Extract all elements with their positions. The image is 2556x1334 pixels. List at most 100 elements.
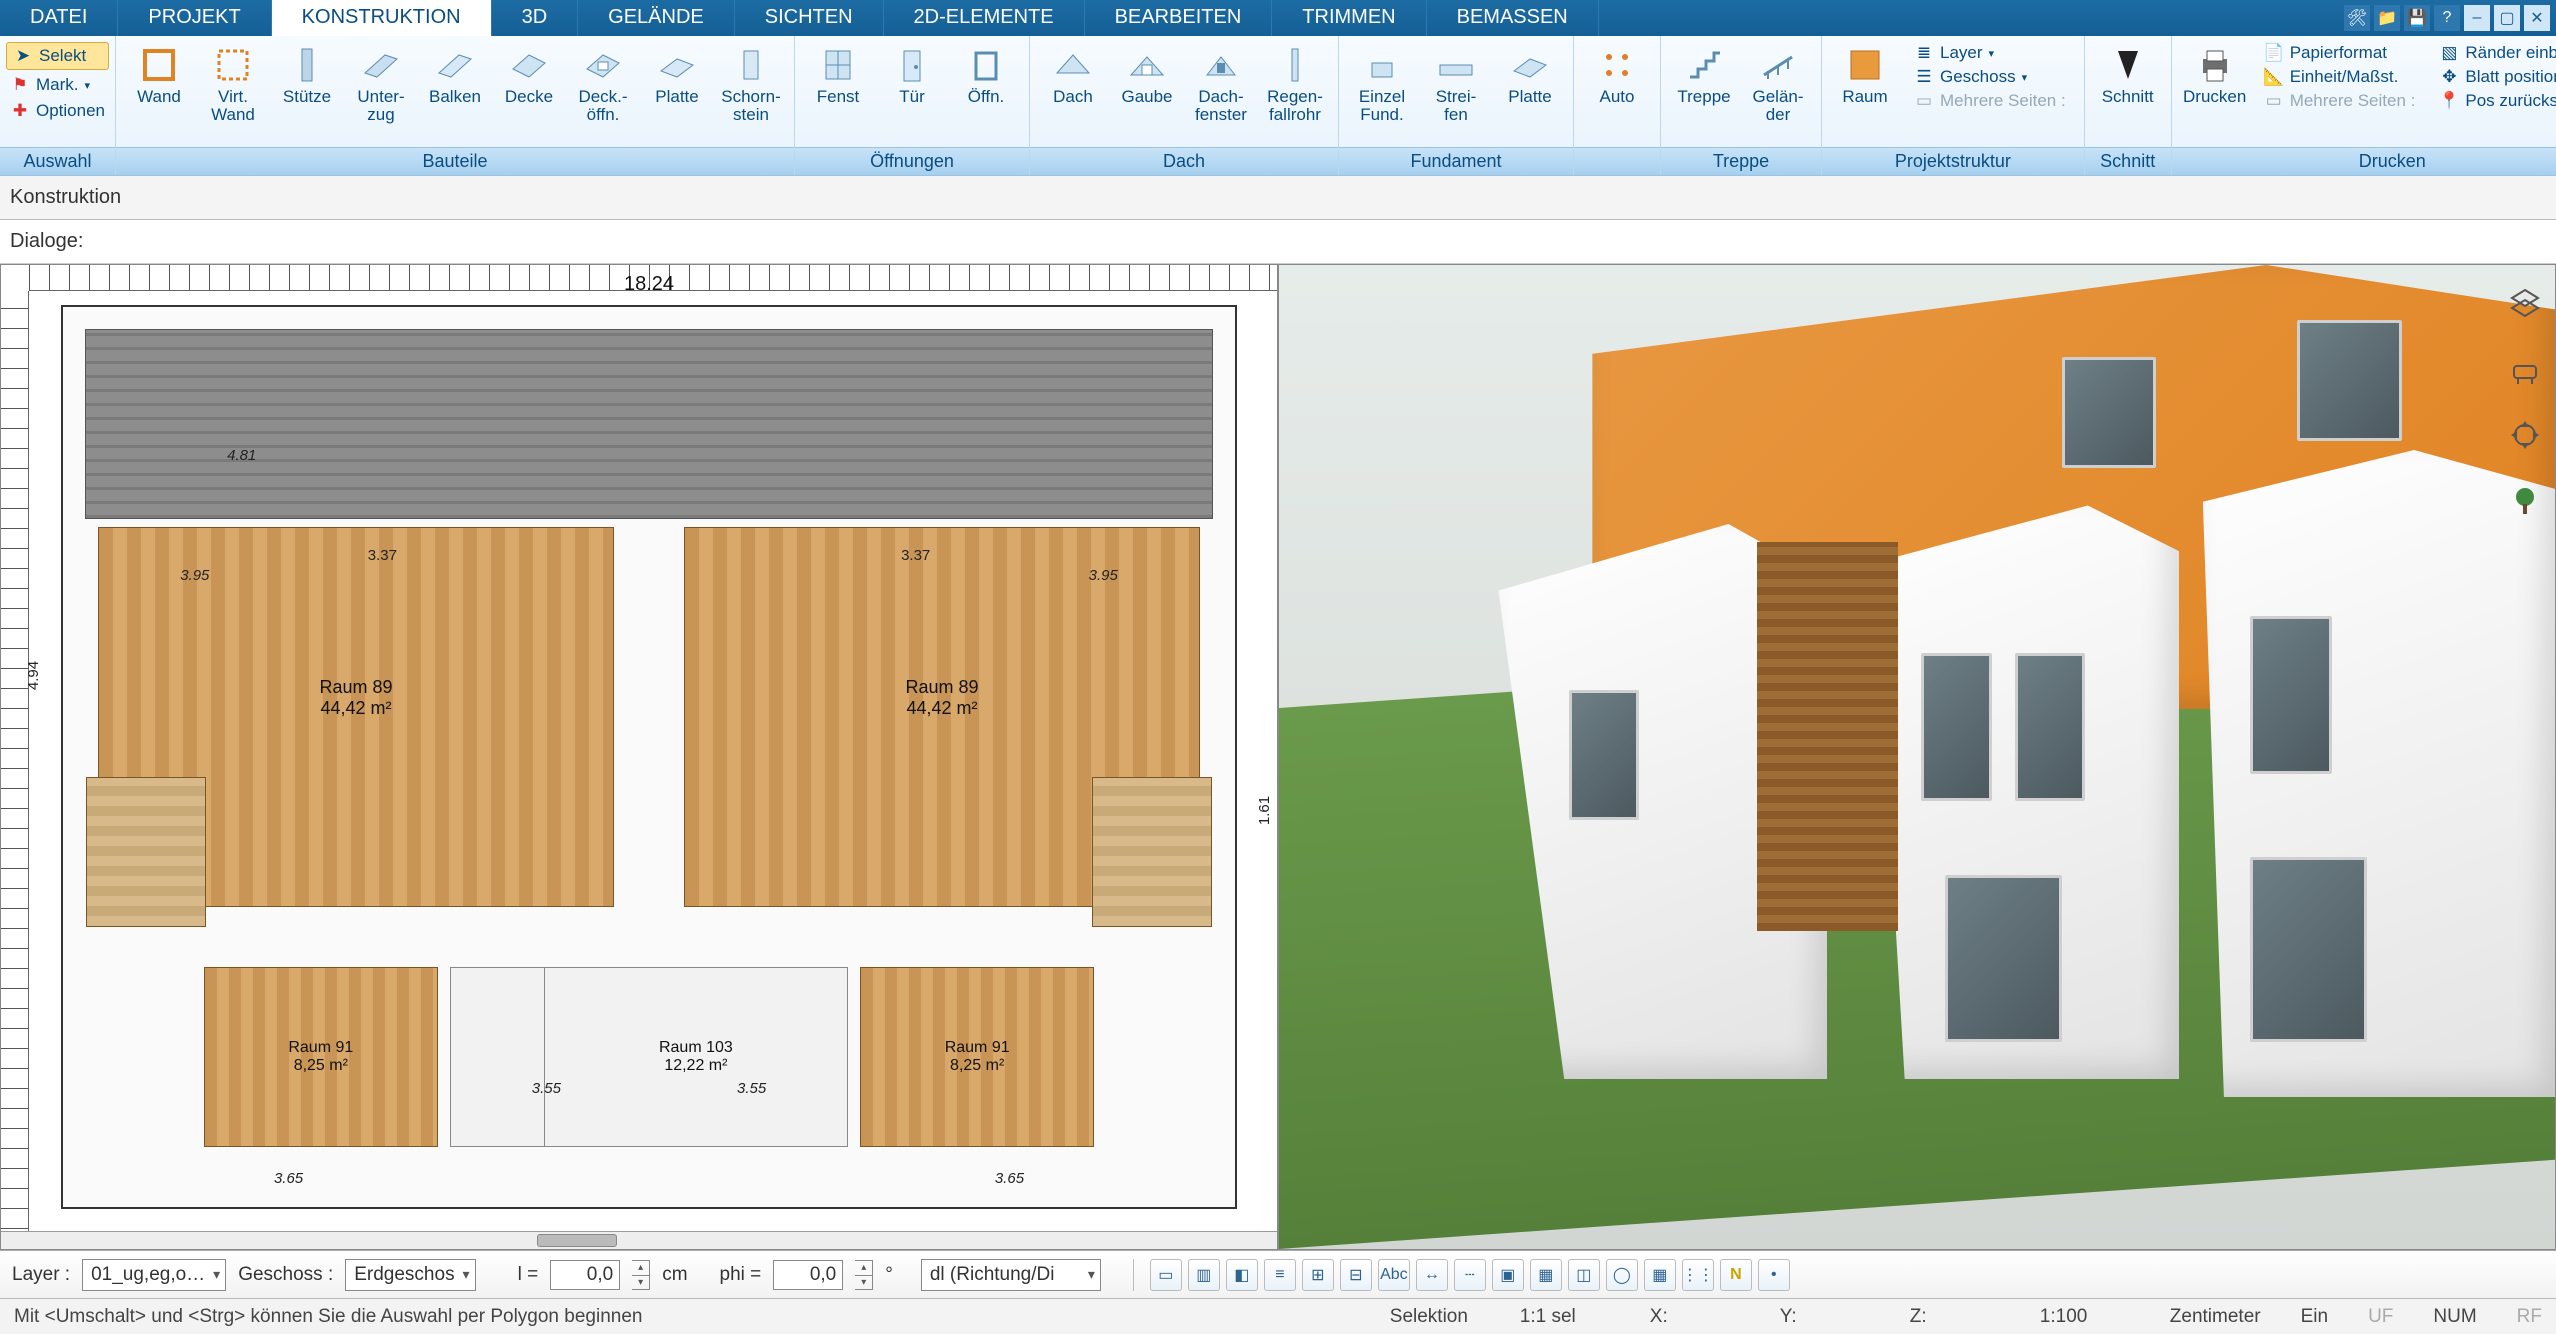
gaube-button[interactable]: Gaube bbox=[1112, 40, 1182, 110]
raender-button[interactable]: ▧Ränder einblend. bbox=[2435, 42, 2556, 64]
fenster-button[interactable]: Fenst bbox=[803, 40, 873, 110]
tab-gelaende[interactable]: GELÄNDE bbox=[578, 0, 735, 36]
margins-icon: ▧ bbox=[2439, 43, 2459, 63]
tool-dots-icon[interactable]: ⋮⋮ bbox=[1682, 1259, 1714, 1291]
tool-2-icon[interactable]: ▥ bbox=[1188, 1259, 1220, 1291]
tree-tool-icon[interactable] bbox=[2505, 481, 2545, 521]
furniture-tool-icon[interactable] bbox=[2505, 349, 2545, 389]
context-bar-dialoge: Dialoge: bbox=[0, 220, 2556, 264]
gelaender-button[interactable]: Gelän- der bbox=[1743, 40, 1813, 128]
layer-dropdown[interactable]: ≣Layer▾ bbox=[1910, 42, 2070, 64]
tool-save-icon[interactable]: 💾 bbox=[2404, 5, 2430, 31]
schnitt-button[interactable]: Schnitt bbox=[2093, 40, 2163, 110]
virt-wand-button[interactable]: Virt. Wand bbox=[198, 40, 268, 128]
layers-tool-icon[interactable] bbox=[2505, 283, 2545, 323]
l-input[interactable]: 0,0 bbox=[550, 1260, 620, 1290]
tool-box1-icon[interactable]: ▣ bbox=[1492, 1259, 1524, 1291]
selekt-button[interactable]: ➤Selekt bbox=[6, 42, 109, 70]
wand-button[interactable]: Wand bbox=[124, 40, 194, 110]
room-icon bbox=[1844, 44, 1886, 86]
tool-6-icon[interactable]: ⊟ bbox=[1340, 1259, 1372, 1291]
tab-konstruktion[interactable]: KONSTRUKTION bbox=[272, 0, 492, 36]
phi-input[interactable]: 0,0 bbox=[773, 1260, 843, 1290]
tool-arrow-icon[interactable]: ↔ bbox=[1416, 1259, 1448, 1291]
tab-sichten[interactable]: SICHTEN bbox=[735, 0, 884, 36]
dachfenster-button[interactable]: Dach- fenster bbox=[1186, 40, 1256, 128]
streifen-button[interactable]: Strei- fen bbox=[1421, 40, 1491, 128]
tool-folder-icon[interactable]: 📁 bbox=[2374, 5, 2400, 31]
stuetze-button[interactable]: Stütze bbox=[272, 40, 342, 110]
papierformat-button[interactable]: 📄Papierformat bbox=[2260, 42, 2420, 64]
dim-481: 4.81 bbox=[227, 447, 256, 464]
tool-dash-icon[interactable]: ┄ bbox=[1454, 1259, 1486, 1291]
tool-box3-icon[interactable]: ◫ bbox=[1568, 1259, 1600, 1291]
tool-dot-icon[interactable]: • bbox=[1758, 1259, 1790, 1291]
tool-5-icon[interactable]: ⊞ bbox=[1302, 1259, 1334, 1291]
pane-2d-plan[interactable]: 18.24 Raum 89 44,42 m² Raum 89 44,42 m² … bbox=[0, 264, 1278, 1250]
balken-button[interactable]: Balken bbox=[420, 40, 490, 110]
pad-foundation-icon bbox=[1361, 44, 1403, 86]
tab-datei[interactable]: DATEI bbox=[0, 0, 118, 36]
window-maximize-button[interactable]: ▢ bbox=[2494, 5, 2520, 31]
dach-button[interactable]: Dach bbox=[1038, 40, 1108, 110]
tool-help-icon[interactable]: ? bbox=[2434, 5, 2460, 31]
ribbon: ➤Selekt ⚑Mark.▾ ✚Optionen Auswahl Wand V… bbox=[0, 36, 2556, 176]
phi-stepper[interactable]: ▴▾ bbox=[855, 1260, 873, 1290]
tool-4-icon[interactable]: ≡ bbox=[1264, 1259, 1296, 1291]
mehrere-seiten2-button[interactable]: ▭Mehrere Seiten : bbox=[2260, 90, 2420, 112]
drucken-button[interactable]: Drucken bbox=[2180, 40, 2250, 110]
tab-trimmen[interactable]: TRIMMEN bbox=[1272, 0, 1426, 36]
tab-3d[interactable]: 3D bbox=[492, 0, 579, 36]
status-bar: Mit <Umschalt> und <Strg> können Sie die… bbox=[0, 1298, 2556, 1334]
mark-button[interactable]: ⚑Mark.▾ bbox=[6, 74, 109, 96]
einzelfund-button[interactable]: Einzel Fund. bbox=[1347, 40, 1417, 128]
tool-circle-icon[interactable]: ◯ bbox=[1606, 1259, 1638, 1291]
unterzug-button[interactable]: Unter- zug bbox=[346, 40, 416, 128]
window-close-button[interactable]: ✕ bbox=[2524, 5, 2550, 31]
group-drucken-label: Drucken bbox=[2172, 147, 2556, 175]
tool-wrench-icon[interactable]: 🛠 bbox=[2344, 5, 2370, 31]
room91b-name: Raum 91 bbox=[922, 1039, 1032, 1057]
treppe-button[interactable]: Treppe bbox=[1669, 40, 1739, 110]
mode-combo[interactable]: dl (Richtung/Di bbox=[921, 1259, 1101, 1291]
tab-projekt[interactable]: PROJEKT bbox=[118, 0, 271, 36]
tab-bearbeiten[interactable]: BEARBEITEN bbox=[1085, 0, 1273, 36]
window-minimize-button[interactable]: – bbox=[2464, 5, 2490, 31]
tool-1-icon[interactable]: ▭ bbox=[1150, 1259, 1182, 1291]
tab-2d-elemente[interactable]: 2D-ELEMENTE bbox=[884, 0, 1085, 36]
regenfallrohr-button[interactable]: Regen- fallrohr bbox=[1260, 40, 1330, 128]
tab-bemassen[interactable]: BEMASSEN bbox=[1427, 0, 1599, 36]
platte-button[interactable]: Platte bbox=[642, 40, 712, 110]
room91b-area: 8,25 m² bbox=[922, 1057, 1032, 1075]
deck-oeffn-button[interactable]: Deck.- öffn. bbox=[568, 40, 638, 128]
decke-button[interactable]: Decke bbox=[494, 40, 564, 110]
tool-box2-icon[interactable]: ▦ bbox=[1530, 1259, 1562, 1291]
tuer-button[interactable]: Tür bbox=[877, 40, 947, 110]
plan-scroll-thumb[interactable] bbox=[537, 1234, 617, 1247]
group-projektstruktur-label: Projektstruktur bbox=[1822, 147, 2084, 175]
door-icon bbox=[891, 44, 933, 86]
room103-name: Raum 103 bbox=[626, 1039, 766, 1057]
tool-n-icon[interactable]: N bbox=[1720, 1259, 1752, 1291]
tool-text-icon[interactable]: Abc bbox=[1378, 1259, 1410, 1291]
pos-reset-button[interactable]: 📍Pos zurücksetz. bbox=[2435, 90, 2556, 112]
tool-3-icon[interactable]: ◧ bbox=[1226, 1259, 1258, 1291]
orbit-tool-icon[interactable] bbox=[2505, 415, 2545, 455]
blatt-button[interactable]: ✥Blatt position. bbox=[2435, 66, 2556, 88]
geschoss-dropdown[interactable]: ☰Geschoss▾ bbox=[1910, 66, 2070, 88]
auto-button[interactable]: Auto bbox=[1582, 40, 1652, 110]
l-stepper[interactable]: ▴▾ bbox=[632, 1260, 650, 1290]
schornstein-button[interactable]: Schorn- stein bbox=[716, 40, 786, 128]
oeffn-button[interactable]: Öffn. bbox=[951, 40, 1021, 110]
einheit-button[interactable]: 📐Einheit/Maßst. bbox=[2260, 66, 2420, 88]
layer-combo[interactable]: 01_ug,eg,o… bbox=[82, 1259, 226, 1291]
optionen-button[interactable]: ✚Optionen bbox=[6, 100, 109, 122]
mehrere-seiten-button[interactable]: ▭Mehrere Seiten : bbox=[1910, 90, 2070, 112]
raum-button[interactable]: Raum bbox=[1830, 40, 1900, 110]
floor-plan[interactable]: 18.24 Raum 89 44,42 m² Raum 89 44,42 m² … bbox=[61, 305, 1237, 1209]
fund-platte-button[interactable]: Platte bbox=[1495, 40, 1565, 110]
geschoss-combo[interactable]: Erdgeschos bbox=[345, 1259, 475, 1291]
pane-3d-view[interactable] bbox=[1278, 264, 2556, 1250]
tool-grid-icon[interactable]: ▦ bbox=[1644, 1259, 1676, 1291]
plan-scrollbar[interactable] bbox=[1, 1231, 1277, 1249]
